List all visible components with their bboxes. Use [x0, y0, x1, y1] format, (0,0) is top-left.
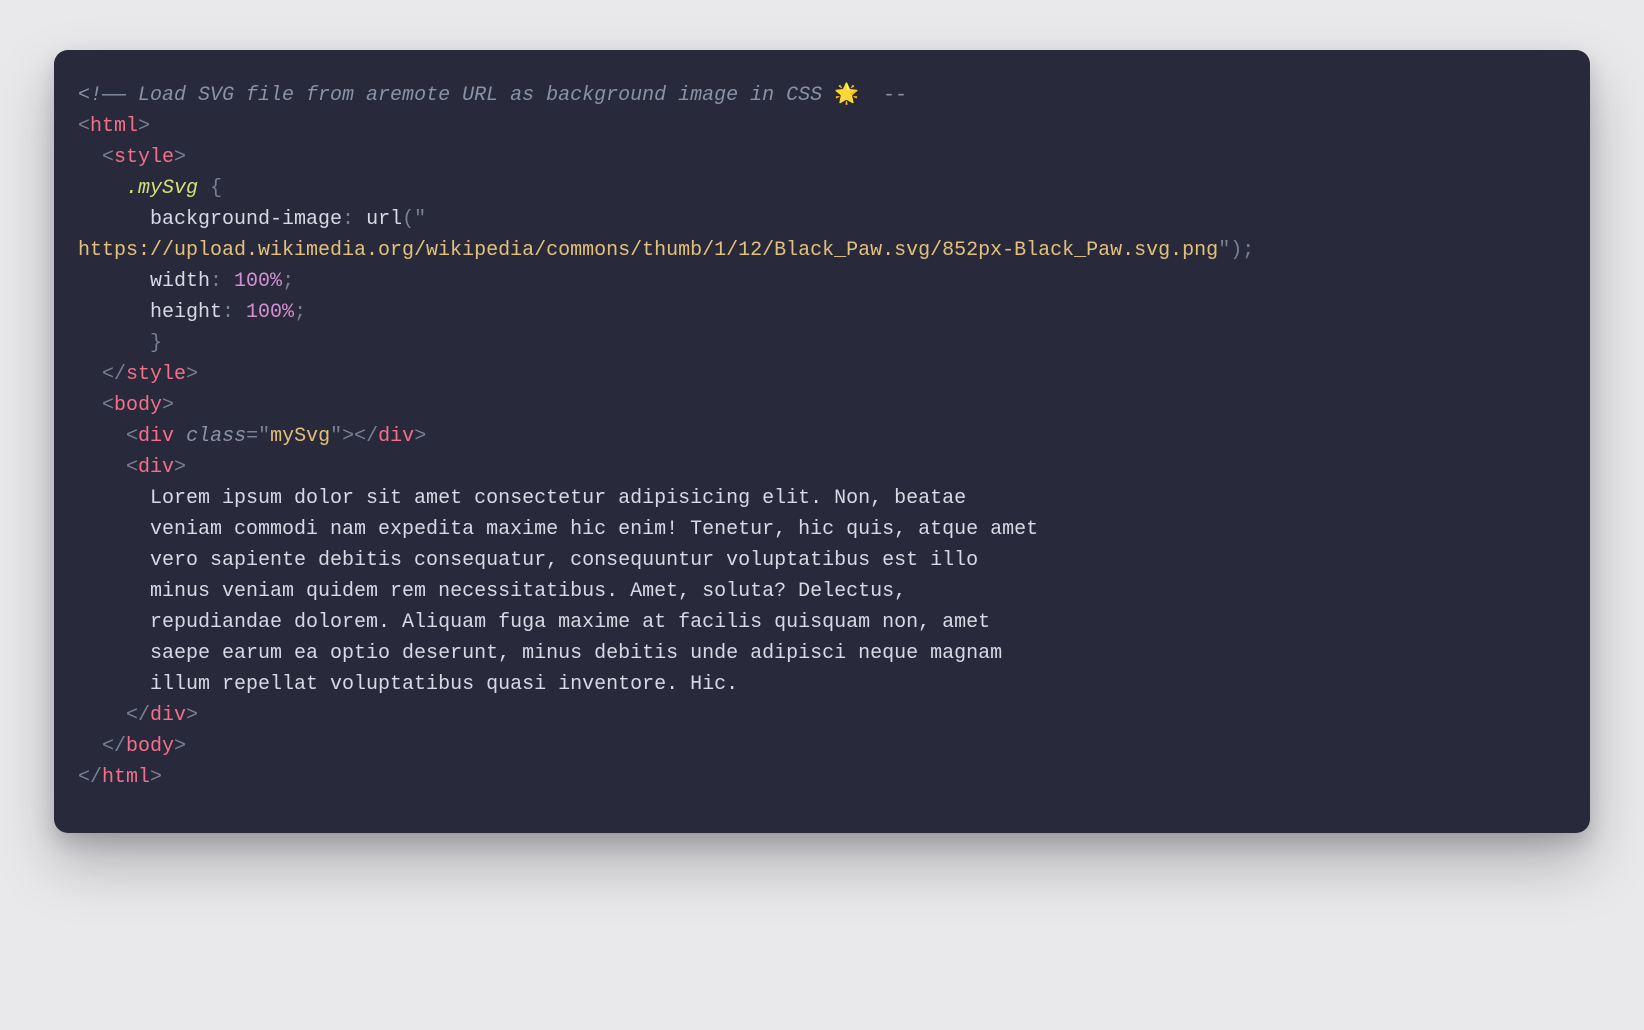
div-tag: div [138, 425, 174, 448]
css-selector: .mySvg [126, 177, 198, 200]
style-tag: style [114, 146, 174, 169]
code-block[interactable]: <!—— Load SVG file from aremote URL as b… [78, 80, 1566, 793]
css-prop-width: width [150, 270, 210, 293]
code-snippet-card: <!—— Load SVG file from aremote URL as b… [54, 50, 1590, 833]
css-prop-height: height [150, 301, 222, 324]
html-tag: html [90, 115, 138, 138]
body-tag: body [114, 394, 162, 417]
sparkle-icon: 🌟 [834, 84, 859, 107]
lorem-text: Lorem ipsum dolor sit amet consectetur a… [150, 487, 966, 510]
css-prop-bg: background-image [150, 208, 342, 231]
comment-line: <!—— Load SVG file from aremote URL as b… [78, 84, 907, 107]
url-string: https://upload.wikimedia.org/wikipedia/c… [78, 239, 1218, 262]
